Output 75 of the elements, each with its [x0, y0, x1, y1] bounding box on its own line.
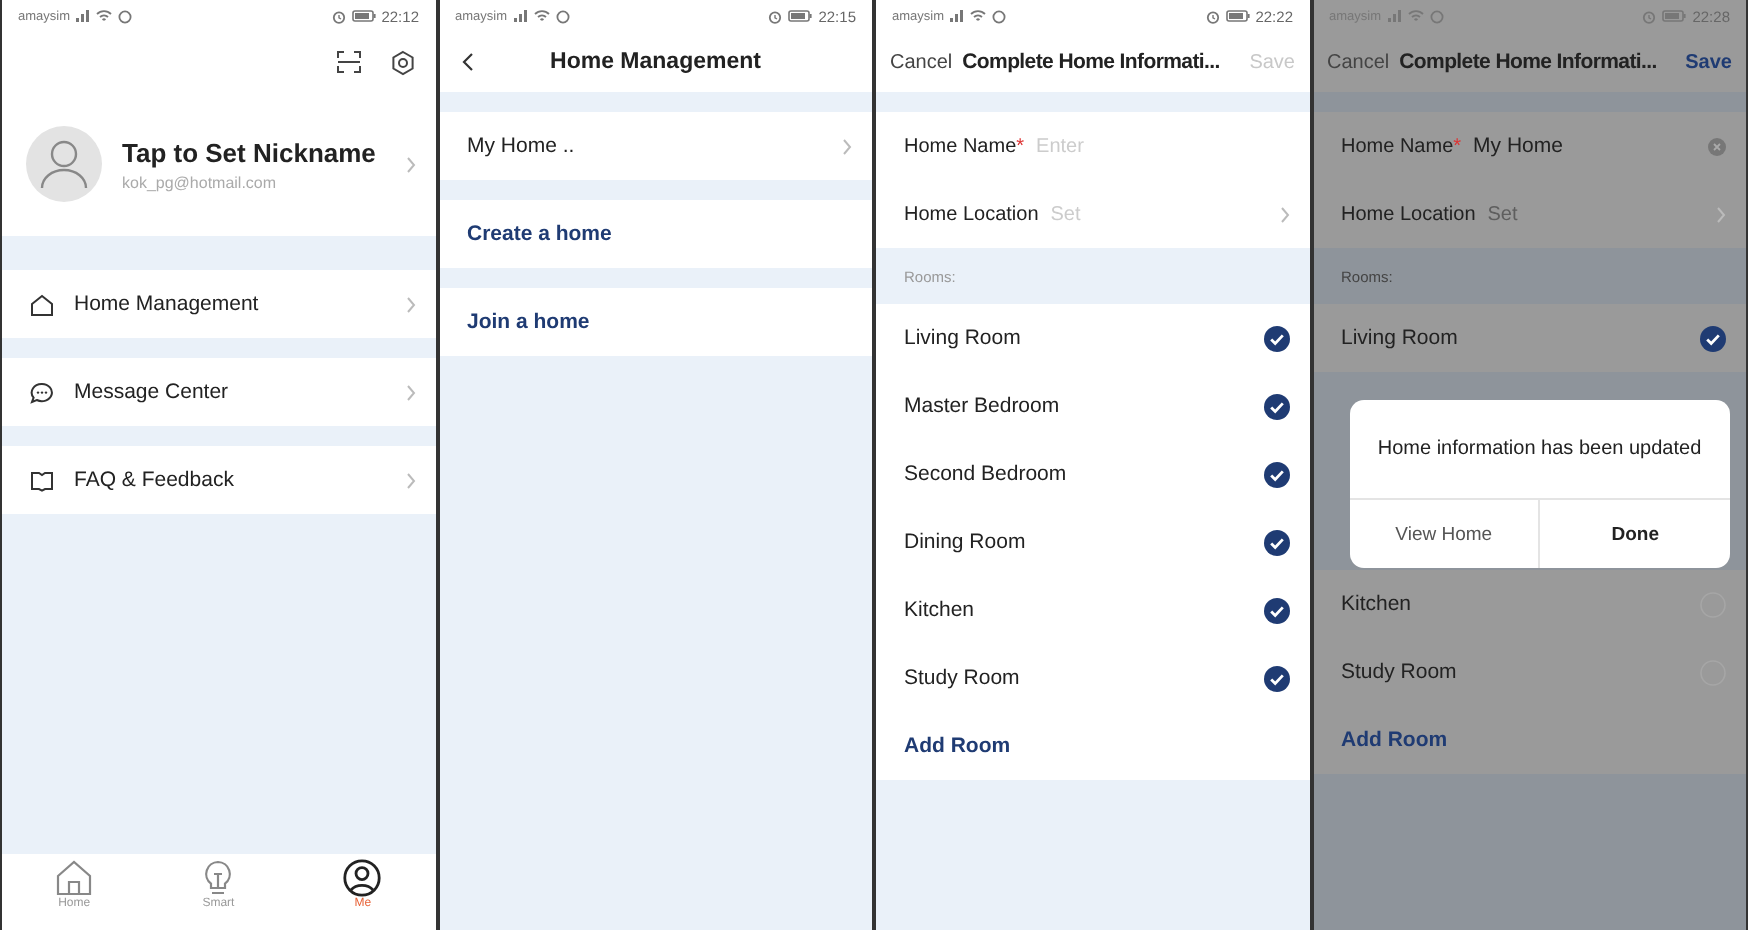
chevron-icon — [1279, 205, 1289, 223]
field-label: Home Name* — [1341, 135, 1462, 157]
person-circle-icon[interactable] — [342, 858, 383, 898]
signal-icon — [950, 10, 965, 22]
check-circle-icon[interactable] — [1263, 325, 1289, 351]
check-circle-icon[interactable] — [1263, 665, 1289, 691]
battery-icon — [1225, 10, 1250, 22]
room-item[interactable]: Study Room — [1313, 638, 1746, 706]
action-link[interactable]: Create a home — [439, 200, 872, 268]
battery-icon — [1662, 10, 1687, 22]
home-name-field[interactable]: My Home — [1473, 134, 1563, 158]
chevron-icon — [405, 383, 415, 401]
chat-bubble-icon — [30, 381, 54, 403]
signal-icon — [76, 10, 91, 22]
chevron-icon — [405, 295, 415, 313]
house-icon — [30, 293, 54, 315]
menu-item[interactable]: Home Management — [2, 270, 435, 338]
alarm-icon — [1205, 9, 1220, 23]
chevron-icon — [1716, 205, 1726, 223]
battery-icon — [351, 10, 376, 22]
alarm-icon — [331, 9, 346, 23]
battery-icon — [788, 10, 813, 22]
add-room-link[interactable]: Add Room — [876, 712, 1309, 780]
chevron-icon — [842, 137, 852, 155]
cancel-button[interactable]: Cancel — [1327, 51, 1390, 73]
add-room-link[interactable]: Add Room — [1313, 706, 1746, 774]
screen-title: Complete Home Informati... — [962, 50, 1222, 74]
avatar-icon — [26, 126, 102, 202]
room-item[interactable]: Living Room — [1313, 304, 1746, 372]
nickname-prompt: Tap to Set Nickname — [122, 137, 378, 167]
alarm-icon — [768, 9, 783, 23]
ring-icon — [118, 9, 133, 23]
screen-title: Home Management — [548, 50, 763, 74]
room-item[interactable]: Living Room — [876, 304, 1309, 372]
signal-icon — [1387, 10, 1402, 22]
menu-item[interactable]: Message Center — [2, 358, 435, 426]
dialog-message: Home information has been updated — [1377, 438, 1702, 460]
alarm-icon — [1642, 9, 1657, 23]
email-address: kok_pg@hotmail.com — [122, 173, 279, 191]
home-item[interactable]: My Home .. — [439, 112, 872, 180]
dialog-button[interactable]: Done — [1538, 500, 1730, 568]
ring-icon — [1429, 9, 1444, 23]
action-link[interactable]: Join a home — [439, 288, 872, 356]
check-circle-icon[interactable] — [1263, 461, 1289, 487]
ring-icon — [992, 9, 1007, 23]
chevron-icon — [405, 155, 415, 173]
field-label: Home Name* — [904, 135, 1025, 157]
room-item[interactable]: Second Bedroom — [876, 440, 1309, 508]
check-circle-icon[interactable] — [1700, 325, 1726, 351]
room-item[interactable]: Kitchen — [876, 576, 1309, 644]
check-circle-icon[interactable] — [1263, 597, 1289, 623]
room-item[interactable]: Study Room — [876, 644, 1309, 712]
location-row[interactable]: Home Location Set — [1313, 180, 1746, 248]
screen-title: Complete Home Informati... — [1399, 50, 1659, 74]
check-circle-icon[interactable] — [1263, 529, 1289, 555]
settings-icon[interactable] — [389, 49, 415, 75]
menu-item[interactable]: FAQ & Feedback — [2, 446, 435, 514]
ring-icon — [555, 9, 570, 23]
room-item[interactable]: Dining Room — [876, 508, 1309, 576]
chevron-icon — [405, 471, 415, 489]
cancel-button[interactable]: Cancel — [890, 51, 953, 73]
house-icon[interactable] — [54, 858, 95, 898]
room-item[interactable]: Kitchen — [1313, 570, 1746, 638]
scan-icon[interactable] — [335, 50, 361, 74]
save-button[interactable]: Save — [1685, 51, 1732, 73]
wifi-icon — [1407, 10, 1424, 22]
check-circle-icon[interactable] — [1263, 393, 1289, 419]
room-item[interactable]: Master Bedroom — [876, 372, 1309, 440]
wifi-icon — [96, 10, 113, 22]
chevron-left-icon[interactable] — [461, 51, 473, 71]
wifi-icon — [533, 10, 550, 22]
signal-icon — [513, 10, 528, 22]
book-icon — [30, 469, 54, 491]
wifi-icon — [970, 10, 987, 22]
dialog-button[interactable]: View Home — [1349, 500, 1539, 568]
